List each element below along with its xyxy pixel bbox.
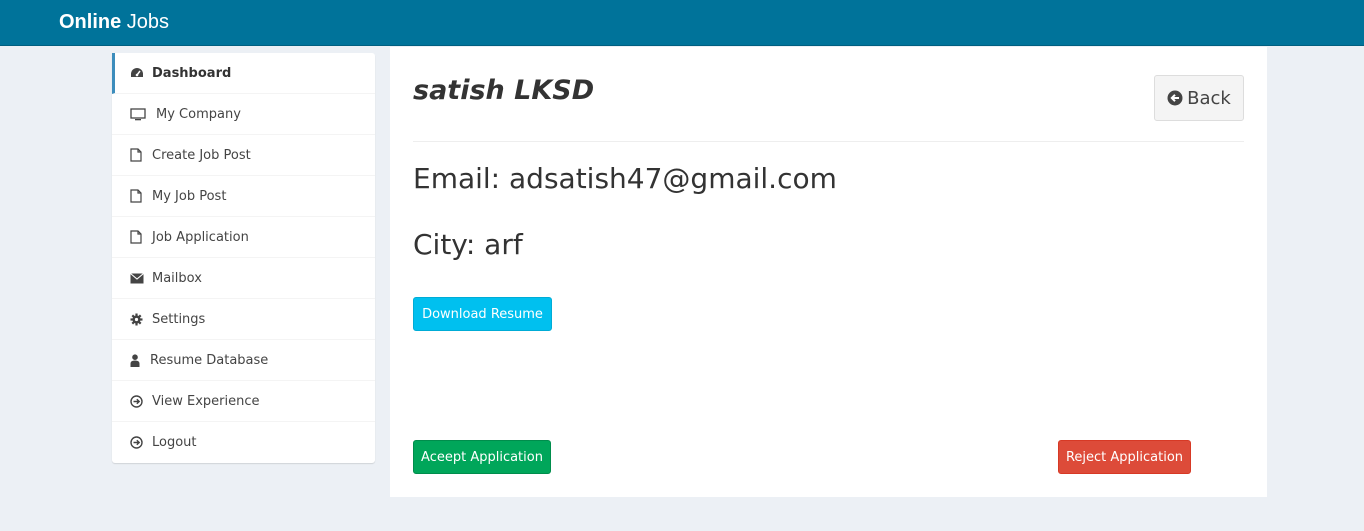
back-button-label: Back: [1187, 87, 1231, 109]
sidebar-item-my-company[interactable]: My Company: [112, 94, 375, 135]
accept-application-button[interactable]: Aceept Application: [413, 440, 551, 474]
brand-logo[interactable]: Online Jobs: [59, 11, 169, 34]
arrow-circle-icon: [130, 436, 150, 449]
file-icon: [130, 230, 150, 244]
sidebar-item-logout[interactable]: Logout: [112, 422, 375, 463]
arrow-circle-left-icon: [1167, 90, 1183, 106]
divider: [413, 141, 1244, 142]
sidebar-menu: Dashboard My Company Create Job Post My …: [112, 53, 375, 463]
sidebar-item-label: Logout: [152, 435, 197, 450]
user-icon: [130, 353, 148, 367]
sidebar-item-dashboard[interactable]: Dashboard: [112, 53, 375, 94]
gear-icon: [130, 313, 150, 326]
envelope-icon: [130, 272, 150, 284]
back-button[interactable]: Back: [1154, 75, 1244, 121]
sidebar-item-label: View Experience: [152, 393, 260, 409]
file-icon: [130, 148, 150, 162]
download-resume-button[interactable]: Download Resume: [413, 297, 552, 331]
sidebar-item-settings[interactable]: Settings: [112, 299, 375, 340]
desktop-icon: [130, 107, 150, 121]
applicant-email: Email: adsatish47@gmail.com: [413, 162, 837, 195]
sidebar-item-my-job-post[interactable]: My Job Post: [112, 176, 375, 217]
sidebar-item-label: Job Application: [152, 229, 249, 245]
sidebar-item-resume-database[interactable]: Resume Database: [112, 340, 375, 381]
applicant-name: satish LKSD: [413, 75, 595, 106]
applicant-detail-panel: satish LKSD Back Email: adsatish47@gmail…: [390, 47, 1267, 497]
sidebar-item-create-job-post[interactable]: Create Job Post: [112, 135, 375, 176]
sidebar-item-label: Mailbox: [152, 270, 202, 286]
applicant-city: City: arf: [413, 228, 523, 261]
top-navbar: Online Jobs: [0, 0, 1364, 46]
sidebar-item-job-application[interactable]: Job Application: [112, 217, 375, 258]
dashboard-icon: [130, 67, 150, 79]
arrow-circle-icon: [130, 394, 150, 408]
sidebar-item-label: Dashboard: [152, 65, 232, 81]
reject-application-button[interactable]: Reject Application: [1058, 440, 1191, 474]
sidebar-item-label: My Company: [156, 106, 241, 122]
sidebar-item-mailbox[interactable]: Mailbox: [112, 258, 375, 299]
sidebar-item-label: My Job Post: [152, 188, 227, 204]
sidebar-item-label: Create Job Post: [152, 147, 251, 163]
file-icon: [130, 189, 150, 203]
sidebar-item-label: Settings: [152, 311, 206, 327]
sidebar-item-view-experience[interactable]: View Experience: [112, 381, 375, 422]
sidebar-item-label: Resume Database: [150, 352, 269, 368]
